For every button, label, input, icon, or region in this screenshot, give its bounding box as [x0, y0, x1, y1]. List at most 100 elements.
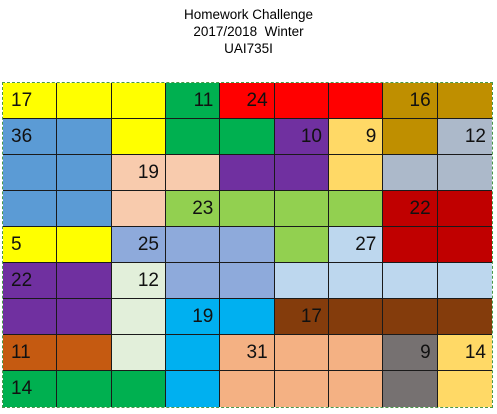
header: Homework Challenge 2017/2018 Winter UAI7… — [0, 6, 497, 57]
grid-cell-r0-c7[interactable]: 16 — [383, 83, 438, 119]
grid-cell-r6-c6[interactable] — [328, 299, 384, 335]
grid-cell-r6-c1[interactable] — [57, 299, 112, 335]
grid-cell-r3-c0[interactable] — [3, 191, 58, 227]
cage-sum: 11 — [11, 341, 31, 363]
grid-cell-r7-c6[interactable] — [328, 335, 384, 371]
cage-sum: 23 — [192, 197, 214, 219]
grid-cell-r0-c0[interactable]: 17 — [3, 83, 58, 119]
grid-cell-r6-c5[interactable]: 17 — [274, 299, 329, 335]
grid-cell-r3-c7[interactable]: 22 — [383, 191, 438, 227]
grid-cell-r6-c4[interactable] — [220, 299, 275, 335]
grid-cell-r3-c3[interactable]: 23 — [165, 191, 221, 227]
cage-sum: 19 — [137, 161, 159, 183]
grid-cell-r0-c3[interactable]: 11 — [165, 83, 221, 119]
cage-sum: 25 — [137, 233, 159, 255]
grid-cell-r1-c5[interactable]: 10 — [274, 119, 329, 155]
grid-cell-r8-c3[interactable] — [165, 371, 221, 407]
grid-cell-r8-c5[interactable] — [274, 371, 329, 407]
grid-cell-r1-c4[interactable] — [220, 119, 275, 155]
cage-sum: 11 — [193, 89, 214, 111]
grid-cell-r6-c3[interactable]: 19 — [165, 299, 221, 335]
grid-cell-r1-c3[interactable] — [165, 119, 221, 155]
grid-cell-r1-c0[interactable]: 36 — [3, 119, 58, 155]
cage-sum: 12 — [464, 125, 486, 147]
grid-cell-r8-c4[interactable] — [220, 371, 275, 407]
cage-sum: 10 — [300, 125, 322, 147]
grid-cell-r4-c1[interactable] — [57, 227, 112, 263]
grid-cell-r3-c2[interactable] — [111, 191, 166, 227]
cage-sum: 9 — [365, 125, 377, 147]
grid-cell-r4-c8[interactable] — [437, 227, 492, 263]
grid-cell-r1-c6[interactable]: 9 — [328, 119, 384, 155]
grid-cell-r3-c6[interactable] — [328, 191, 384, 227]
cage-sum: 5 — [11, 233, 22, 255]
grid-cell-r3-c5[interactable] — [274, 191, 329, 227]
grid-cell-r5-c8[interactable] — [437, 263, 492, 299]
grid-cell-r7-c3[interactable] — [165, 335, 221, 371]
grid-cell-r7-c5[interactable] — [274, 335, 329, 371]
grid-cell-r7-c8[interactable]: 14 — [437, 335, 492, 371]
cage-sum: 14 — [464, 341, 486, 363]
puzzle-board: 17 11 24 16 36 10 9 12 19 23 22 5 25 27 22 12 19 17 11 31 9 1… — [2, 82, 493, 408]
grid-cell-r8-c8[interactable] — [437, 371, 492, 407]
grid-cell-r0-c8[interactable] — [437, 83, 492, 119]
cage-sum: 16 — [409, 89, 431, 111]
grid-cell-r4-c4[interactable] — [220, 227, 275, 263]
grid-cell-r0-c6[interactable] — [328, 83, 384, 119]
grid-cell-r2-c0[interactable] — [3, 155, 58, 191]
grid-cell-r1-c1[interactable] — [57, 119, 112, 155]
grid-cell-r2-c1[interactable] — [57, 155, 112, 191]
grid-cell-r0-c4[interactable]: 24 — [220, 83, 275, 119]
grid-cell-r7-c4[interactable]: 31 — [220, 335, 275, 371]
grid-cell-r3-c4[interactable] — [220, 191, 275, 227]
grid-cell-r7-c0[interactable]: 11 — [3, 335, 58, 371]
grid-cell-r0-c5[interactable] — [274, 83, 329, 119]
grid-cell-r1-c7[interactable] — [383, 119, 438, 155]
grid-cell-r1-c2[interactable] — [111, 119, 166, 155]
grid-cell-r5-c5[interactable] — [274, 263, 329, 299]
cage-sum: 17 — [11, 89, 33, 111]
grid-cell-r8-c1[interactable] — [57, 371, 112, 407]
grid-cell-r4-c6[interactable]: 27 — [328, 227, 384, 263]
cage-sum: 27 — [355, 233, 377, 255]
grid-cell-r4-c2[interactable]: 25 — [111, 227, 166, 263]
grid-cell-r4-c0[interactable]: 5 — [3, 227, 58, 263]
grid-cell-r8-c7[interactable] — [383, 371, 438, 407]
grid-cell-r2-c6[interactable] — [328, 155, 384, 191]
grid-cell-r8-c2[interactable] — [111, 371, 166, 407]
grid-cell-r5-c3[interactable] — [165, 263, 221, 299]
grid-cell-r8-c6[interactable] — [328, 371, 384, 407]
grid-cell-r2-c4[interactable] — [220, 155, 275, 191]
grid-cell-r5-c6[interactable] — [328, 263, 384, 299]
grid-cell-r0-c2[interactable] — [111, 83, 166, 119]
grid-cell-r5-c2[interactable]: 12 — [111, 263, 166, 299]
grid-cell-r3-c1[interactable] — [57, 191, 112, 227]
term: 2017/2018 Winter — [193, 24, 304, 39]
grid-cell-r6-c0[interactable] — [3, 299, 58, 335]
grid-cell-r2-c3[interactable] — [165, 155, 221, 191]
grid-cell-r2-c5[interactable] — [274, 155, 329, 191]
grid-cell-r2-c8[interactable] — [437, 155, 492, 191]
grid-cell-r7-c7[interactable]: 9 — [383, 335, 438, 371]
grid-cell-r5-c0[interactable]: 22 — [3, 263, 58, 299]
grid-cell-r0-c1[interactable] — [57, 83, 112, 119]
grid-cell-r4-c7[interactable] — [383, 227, 438, 263]
grid-cell-r5-c7[interactable] — [383, 263, 438, 299]
grid-cell-r6-c8[interactable] — [437, 299, 492, 335]
grid-cell-r3-c8[interactable] — [437, 191, 492, 227]
grid-cell-r5-c1[interactable] — [57, 263, 112, 299]
grid-cell-r6-c7[interactable] — [383, 299, 438, 335]
grid-cell-r1-c8[interactable]: 12 — [437, 119, 492, 155]
grid-cell-r2-c7[interactable] — [383, 155, 438, 191]
cage-sum: 22 — [11, 269, 33, 291]
cage-sum: 19 — [192, 305, 214, 327]
grid-cell-r7-c2[interactable] — [111, 335, 166, 371]
grid-cell-r6-c2[interactable] — [111, 299, 166, 335]
grid-cell-r5-c4[interactable] — [220, 263, 275, 299]
grid-cell-r7-c1[interactable] — [57, 335, 112, 371]
grid-cell-r8-c0[interactable]: 14 — [3, 371, 58, 407]
grid-cell-r4-c3[interactable] — [165, 227, 221, 263]
grid-cell-r4-c5[interactable] — [274, 227, 329, 263]
cage-sum: 36 — [11, 125, 33, 147]
grid-cell-r2-c2[interactable]: 19 — [111, 155, 166, 191]
